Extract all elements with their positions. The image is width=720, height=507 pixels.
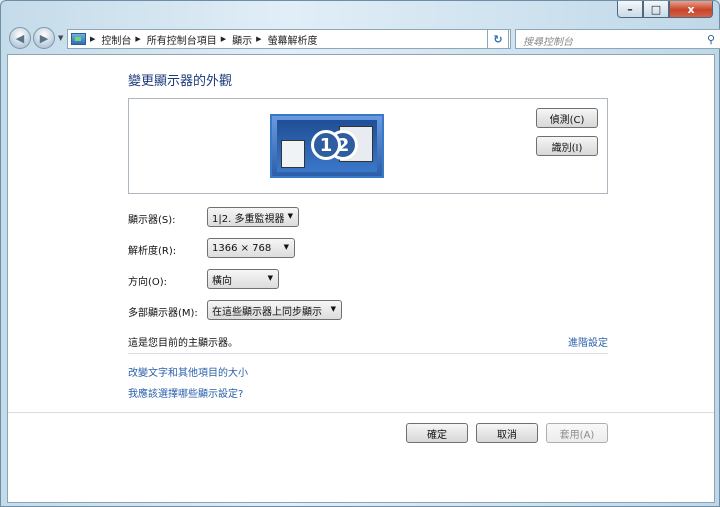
breadcrumb-chevron-icon[interactable]: ▶	[221, 35, 226, 43]
forward-arrow-icon[interactable]: ▶	[33, 27, 55, 49]
cancel-button[interactable]: 取消	[476, 423, 538, 443]
caption-buttons: – □ x	[617, 1, 713, 18]
resolution-value: 1366 × 768	[212, 242, 272, 254]
detect-button[interactable]: 偵測(C)	[536, 108, 598, 128]
back-arrow-icon[interactable]: ◀	[9, 27, 31, 49]
breadcrumb-chevron-icon[interactable]: ▶	[135, 35, 140, 43]
resolution-label: 解析度(R):	[128, 246, 177, 257]
breadcrumb-item-screen-resolution[interactable]: 螢幕解析度	[268, 32, 318, 47]
window-thumbnail	[281, 140, 305, 168]
divider	[128, 353, 608, 354]
breadcrumb-chevron-icon[interactable]: ▶	[90, 35, 95, 43]
recent-pages-chevron-icon[interactable]: ▼	[58, 34, 63, 42]
multiple-displays-label: 多部顯示器(M):	[128, 308, 198, 319]
orientation-value: 橫向	[212, 275, 232, 287]
navigation-bar: ◀ ▶ ▼ ▶ 控制台 ▶ 所有控制台項目 ▶ 顯示 ▶ 螢幕解析度 ▼ ↻ 搜…	[7, 27, 720, 51]
display-value: 1|2. 多重監視器	[212, 213, 285, 225]
text-size-link[interactable]: 改變文字和其他項目的大小	[128, 364, 248, 379]
chevron-down-icon: ▼	[287, 212, 293, 220]
orientation-label: 方向(O):	[128, 277, 168, 288]
multiple-displays-value: 在這些顯示器上同步顯示	[212, 306, 322, 318]
breadcrumb-item-all-items[interactable]: 所有控制台項目	[147, 32, 217, 47]
resolution-dropdown[interactable]: 1366 × 768 ▼	[207, 238, 295, 258]
page-title: 變更顯示器的外觀	[128, 74, 233, 89]
main-display-status: 這是您目前的主顯示器。	[128, 338, 238, 349]
multiple-displays-dropdown[interactable]: 在這些顯示器上同步顯示 ▼	[207, 300, 342, 320]
divider	[8, 412, 714, 413]
apply-button[interactable]: 套用(A)	[546, 423, 608, 443]
monitor-screen: 2 1	[277, 120, 377, 172]
monitor-thumbnail[interactable]: 2 1	[270, 114, 384, 178]
orientation-dropdown[interactable]: 橫向 ▼	[207, 269, 279, 289]
display-dropdown[interactable]: 1|2. 多重監視器 ▼	[207, 207, 299, 227]
chevron-down-icon: ▼	[283, 243, 289, 251]
display-settings-help-link[interactable]: 我應該選擇哪些顯示設定?	[128, 385, 243, 400]
minimize-button[interactable]: –	[617, 1, 643, 18]
search-box[interactable]: 搜尋控制台 ⚲	[515, 29, 720, 49]
control-panel-icon	[71, 33, 86, 45]
breadcrumb-item-display[interactable]: 顯示	[232, 32, 252, 47]
display-preview-area: 2 1 偵測(C) 識別(I)	[128, 98, 608, 194]
ok-button[interactable]: 確定	[406, 423, 468, 443]
monitor-number-badge: 1	[311, 130, 341, 160]
address-bar[interactable]: ▶ 控制台 ▶ 所有控制台項目 ▶ 顯示 ▶ 螢幕解析度 ▼	[67, 29, 511, 49]
close-button[interactable]: x	[669, 1, 713, 18]
breadcrumb-chevron-icon[interactable]: ▶	[256, 35, 261, 43]
display-label: 顯示器(S):	[128, 215, 176, 226]
breadcrumb-item-control-panel[interactable]: 控制台	[101, 32, 131, 47]
refresh-icon[interactable]: ↻	[487, 29, 509, 49]
chevron-down-icon: ▼	[330, 305, 336, 313]
search-input[interactable]: 搜尋控制台	[523, 33, 573, 48]
advanced-settings-link[interactable]: 進階設定	[568, 334, 608, 349]
content-pane: 變更顯示器的外觀 2 1 偵測(C) 識別(I) 顯示器(S): 1|2. 多重…	[7, 54, 715, 503]
control-panel-window: – □ x ◀ ▶ ▼ ▶ 控制台 ▶ 所有控制台項目 ▶ 顯示 ▶ 螢幕解析度…	[0, 0, 720, 507]
identify-button[interactable]: 識別(I)	[536, 136, 598, 156]
maximize-button[interactable]: □	[643, 1, 669, 18]
chevron-down-icon: ▼	[267, 274, 273, 282]
search-icon[interactable]: ⚲	[707, 33, 715, 46]
